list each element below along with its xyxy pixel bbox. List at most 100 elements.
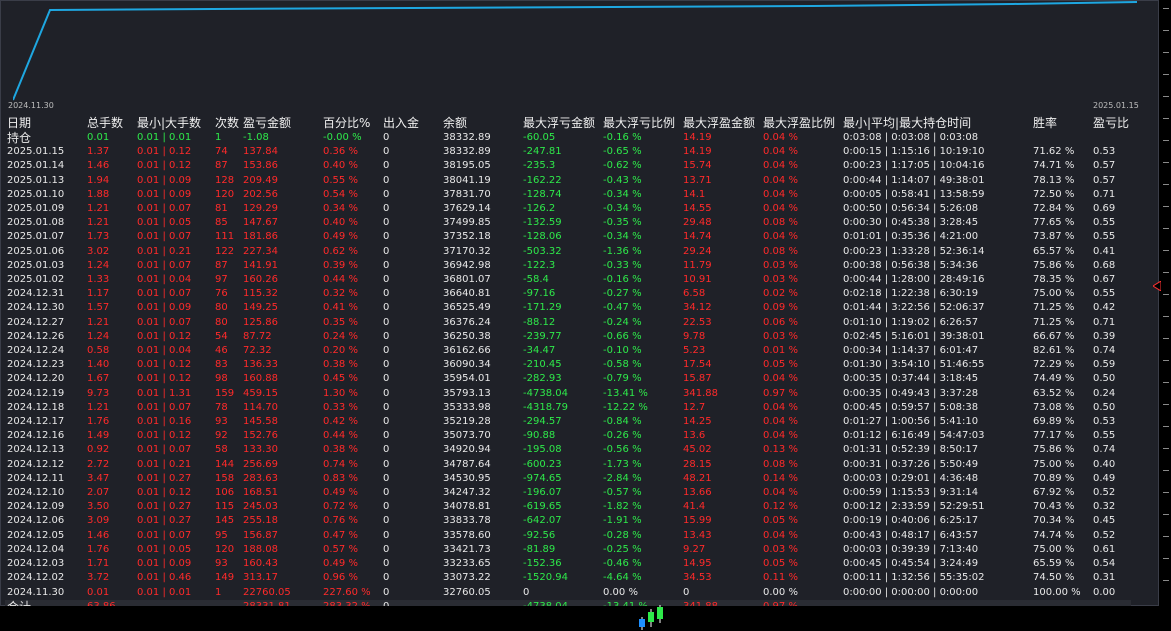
table-cell: 0.08 % xyxy=(763,458,798,470)
column-header[interactable]: 盈亏金额 xyxy=(241,114,321,131)
table-cell: 37170.32 xyxy=(443,245,491,257)
table-row[interactable]: 2024.12.02 3.72 0.01 | 0.46 149 313.17 0.96 %… xyxy=(5,571,1131,585)
table-cell: 0:00:44 | 1:14:07 | 49:38:01 xyxy=(843,174,985,186)
table-cell: -0.62 % xyxy=(603,160,642,172)
table-cell: 136.33 xyxy=(243,359,279,371)
table-cell: 70.89 % xyxy=(1033,472,1075,484)
table-cell: 0 xyxy=(383,231,390,243)
table-cell: -210.45 xyxy=(523,359,562,371)
table-cell: 255.18 xyxy=(243,515,279,527)
table-cell: 0 xyxy=(383,458,390,470)
table-cell: 459.15 xyxy=(243,387,279,399)
table-cell: -171.29 xyxy=(523,302,562,314)
column-header[interactable]: 百分比% xyxy=(321,114,381,131)
table-cell: -1.91 % xyxy=(603,515,642,527)
table-row[interactable]: 2025.01.13 1.94 0.01 | 0.09 128 209.49 0.55 %… xyxy=(5,174,1131,188)
table-cell: 34530.95 xyxy=(443,472,491,484)
table-cell: -0.28 % xyxy=(603,529,642,541)
column-header[interactable]: 最小|大手数 xyxy=(135,114,213,131)
table-row[interactable]: 2024.12.23 1.40 0.01 | 0.12 83 136.33 0.38 % 0… xyxy=(5,358,1131,372)
table-cell: 227.60 % xyxy=(323,586,371,598)
table-row[interactable]: 2024.12.19 9.73 0.01 | 1.31 159 459.15 1.30 %… xyxy=(5,387,1131,401)
table-cell: 0.54 xyxy=(1093,558,1116,570)
table-cell: 54 xyxy=(215,330,228,342)
table-row[interactable]: 2024.12.26 1.24 0.01 | 0.12 54 87.72 0.24 % 0 3… xyxy=(5,330,1131,344)
table-cell: 78 xyxy=(215,401,228,413)
table-cell: -195.08 xyxy=(523,444,562,456)
table-cell: 100.00 % xyxy=(1033,586,1081,598)
table-row[interactable]: 2024.12.31 1.17 0.01 | 0.07 76 115.32 0.32 % 0… xyxy=(5,287,1131,301)
table-cell: 0:00:38 | 0:56:38 | 5:34:36 xyxy=(843,259,979,271)
table-cell: 74.50 % xyxy=(1033,572,1075,584)
table-row[interactable]: 2025.01.10 1.88 0.01 | 0.09 120 202.56 0.54 %… xyxy=(5,188,1131,202)
table-row[interactable]: 2024.12.04 1.76 0.01 | 0.05 120 188.08 0.57 %… xyxy=(5,543,1131,557)
table-row[interactable]: 2025.01.09 1.21 0.01 | 0.07 81 129.29 0.34 % 0… xyxy=(5,202,1131,216)
column-header[interactable]: 余额 xyxy=(441,114,521,131)
table-row[interactable]: 2025.01.06 3.02 0.01 | 0.21 122 227.34 0.62 %… xyxy=(5,245,1131,259)
table-row[interactable]: 2025.01.03 1.24 0.01 | 0.07 87 141.91 0.39 % 0… xyxy=(5,259,1131,273)
table-cell: 0.04 % xyxy=(763,373,798,385)
column-header[interactable]: 最大浮亏比例 xyxy=(601,114,681,131)
column-header[interactable]: 盈亏比 xyxy=(1091,114,1131,131)
table-row[interactable]: 2024.12.30 1.57 0.01 | 0.09 80 149.25 0.41 % 0… xyxy=(5,301,1131,315)
table-cell: 0.76 % xyxy=(323,515,358,527)
column-header[interactable]: 总手数 xyxy=(85,114,135,131)
table-cell: -0.84 % xyxy=(603,416,642,428)
price-scale-tick xyxy=(1163,140,1169,141)
table-cell: -0.10 % xyxy=(603,345,642,357)
table-row[interactable]: 2024.12.09 3.50 0.01 | 0.27 115 245.03 0.72 %… xyxy=(5,500,1131,514)
table-cell: 74.49 % xyxy=(1033,373,1075,385)
table-cell: 58 xyxy=(215,444,228,456)
table-row[interactable]: 2025.01.14 1.46 0.01 | 0.12 87 153.86 0.40 % 0… xyxy=(5,159,1131,173)
table-cell: 0 xyxy=(383,274,390,286)
column-header[interactable]: 出入金 xyxy=(381,114,441,131)
table-row[interactable]: 2024.12.12 2.72 0.01 | 0.21 144 256.69 0.74 %… xyxy=(5,458,1131,472)
column-header[interactable]: 最大浮盈比例 xyxy=(761,114,841,131)
table-cell: 0.96 % xyxy=(323,572,358,584)
column-header[interactable]: 最小|平均|最大持仓时间 xyxy=(841,114,1031,131)
table-cell: -0.34 % xyxy=(603,188,642,200)
table-row[interactable]: 2025.01.07 1.73 0.01 | 0.07 111 181.86 0.49 %… xyxy=(5,230,1131,244)
table-cell: 37499.85 xyxy=(443,217,491,229)
table-row[interactable]: 2025.01.15 1.37 0.01 | 0.12 74 137.84 0.36 % 0… xyxy=(5,145,1131,159)
table-cell: 0.03 % xyxy=(763,543,798,555)
table-cell: 0.01 | 0.09 xyxy=(137,302,192,314)
column-header[interactable]: 日期 xyxy=(5,114,85,131)
column-header[interactable]: 次数 xyxy=(213,114,241,131)
table-row[interactable]: 2024.12.13 0.92 0.01 | 0.07 58 133.30 0.38 % 0… xyxy=(5,443,1131,457)
column-header[interactable]: 最大浮亏金额 xyxy=(521,114,601,131)
table-row[interactable]: 2024.12.06 3.09 0.01 | 0.27 145 255.18 0.76 %… xyxy=(5,514,1131,528)
column-header[interactable]: 胜率 xyxy=(1031,114,1091,131)
table-cell: 0:00:50 | 0:56:34 | 5:26:08 xyxy=(843,203,979,215)
table-cell: 202.56 xyxy=(243,188,279,200)
table-row[interactable]: 2025.01.08 1.21 0.01 | 0.05 85 147.67 0.40 % 0… xyxy=(5,216,1131,230)
price-scale-tick xyxy=(1163,470,1169,471)
table-cell: 0 xyxy=(383,345,390,357)
table-cell: 0.03 % xyxy=(763,259,798,271)
table-row[interactable]: 2024.12.11 3.47 0.01 | 0.27 158 283.63 0.83 %… xyxy=(5,472,1131,486)
table-cell: 0 xyxy=(383,288,390,300)
position-row[interactable]: 持仓 0.01 0.01 | 0.01 1 -1.08 -0.00 % 0 38332.89 -… xyxy=(5,131,1131,145)
table-cell: 0.01 | 0.01 xyxy=(137,132,192,143)
table-cell: 0.12 % xyxy=(763,501,798,513)
table-row[interactable]: 2024.12.24 0.58 0.01 | 0.04 46 72.32 0.20 % 0 3… xyxy=(5,344,1131,358)
table-row[interactable]: 2024.12.27 1.21 0.01 | 0.07 80 125.86 0.35 % 0… xyxy=(5,316,1131,330)
table-cell: -0.34 % xyxy=(603,231,642,243)
table-row[interactable]: 2025.01.02 1.33 0.01 | 0.04 97 160.26 0.44 % 0… xyxy=(5,273,1131,287)
table-row[interactable]: 2024.12.20 1.67 0.01 | 0.12 98 160.88 0.45 % 0… xyxy=(5,372,1131,386)
table-row[interactable]: 2024.12.18 1.21 0.01 | 0.07 78 114.70 0.33 % 0… xyxy=(5,401,1131,415)
table-row[interactable]: 2024.12.17 1.76 0.01 | 0.16 93 145.58 0.42 % 0… xyxy=(5,415,1131,429)
table-row[interactable]: 2024.12.03 1.71 0.01 | 0.09 93 160.43 0.49 % 0… xyxy=(5,557,1131,571)
table-cell: 0:01:44 | 3:22:56 | 52:06:37 xyxy=(843,302,985,314)
table-row[interactable]: 2024.11.30 0.01 0.01 | 0.01 1 22760.05 227.60… xyxy=(5,586,1131,600)
table-row[interactable]: 2024.12.05 1.46 0.01 | 0.07 95 156.87 0.47 % 0… xyxy=(5,529,1131,543)
table-cell: 0.74 xyxy=(1093,345,1116,357)
table-row[interactable]: 2024.12.10 2.07 0.01 | 0.12 106 168.51 0.49 %… xyxy=(5,486,1131,500)
table-cell: 0.54 % xyxy=(323,188,358,200)
table-cell: 0.55 xyxy=(1093,288,1116,300)
column-header[interactable]: 最大浮盈金额 xyxy=(681,114,761,131)
table-cell: 38332.89 xyxy=(443,132,491,143)
table-cell: 1.94 xyxy=(87,174,110,186)
table-cell: 0.83 % xyxy=(323,472,358,484)
table-row[interactable]: 2024.12.16 1.49 0.01 | 0.12 92 152.76 0.44 % 0… xyxy=(5,429,1131,443)
